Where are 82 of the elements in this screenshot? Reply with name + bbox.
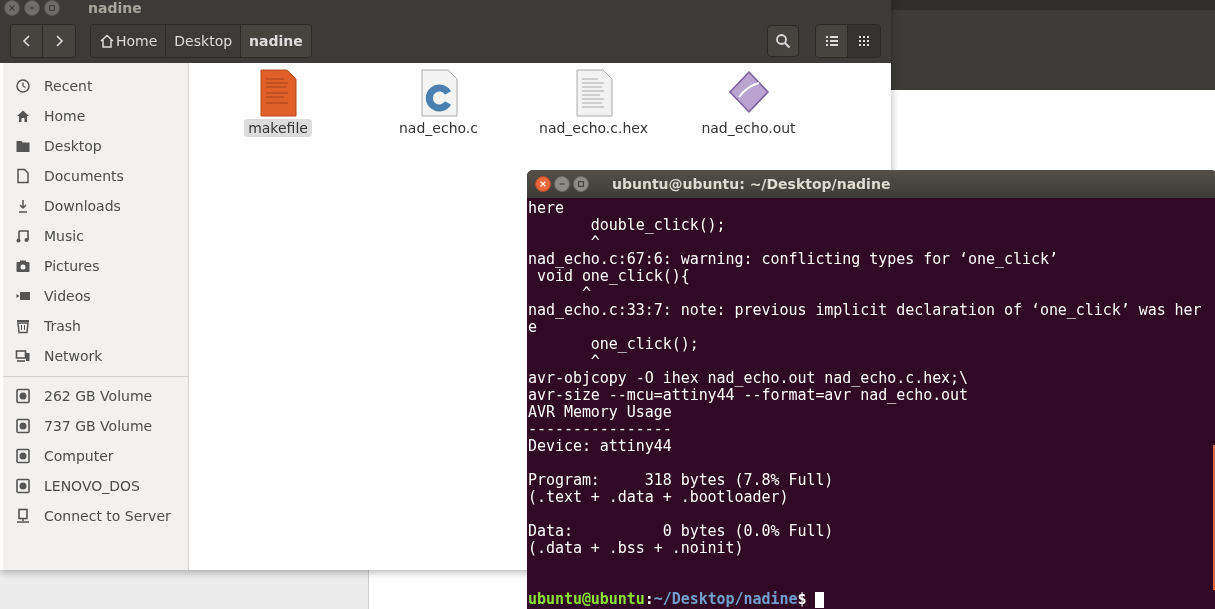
grid-view-button[interactable] [848, 24, 880, 57]
sidebar-item[interactable]: LENOVO_DOS [3, 471, 188, 501]
drive-icon [15, 388, 31, 404]
prompt-separator: : [644, 591, 654, 608]
terminal-line: ^ [580, 285, 591, 302]
camera-icon [15, 258, 31, 274]
close-button[interactable] [535, 176, 551, 192]
close-icon [8, 4, 16, 12]
sidebar-item[interactable]: Downloads [3, 191, 188, 221]
maximize-icon [577, 180, 585, 188]
prompt-symbol: $ [797, 591, 807, 608]
window-title: ubuntu@ubuntu: ~/Desktop/nadine [612, 176, 891, 192]
text-cursor [815, 591, 825, 608]
terminal-line: e [528, 319, 537, 336]
sidebar-item[interactable]: Documents [3, 161, 188, 191]
trash-icon [15, 318, 31, 334]
file-item[interactable]: nad_echo.c [395, 119, 482, 137]
close-icon [539, 180, 547, 188]
terminal-line: nad_echo.c:67:6: warning: conflicting types for ‘one_click’ [528, 251, 1059, 268]
maximize-icon [48, 4, 56, 12]
minimize-icon [28, 4, 36, 12]
home-icon [15, 108, 31, 124]
list-view-button[interactable] [816, 24, 848, 57]
file-item[interactable]: makefile [244, 119, 312, 137]
terminal-line: ---------------- [528, 421, 673, 438]
sidebar-item[interactable]: Desktop [3, 131, 188, 161]
makefile-icon [258, 69, 298, 117]
c-source-file-icon [418, 69, 459, 117]
drive-icon [15, 478, 31, 494]
drive-icon [15, 448, 31, 464]
terminal-line: Program: 318 bytes (7.8% Full) [528, 472, 835, 489]
terminal-line: avr-objcopy -O ihex nad_echo.out nad_echo.c.hex;\ [528, 370, 970, 387]
maximize-button[interactable] [573, 176, 589, 192]
sidebar-item[interactable]: 262 GB Volume [3, 381, 188, 411]
terminal-line: one_click(); [589, 336, 700, 353]
home-icon [99, 32, 115, 49]
back-button[interactable] [11, 24, 43, 57]
grid-icon [857, 33, 871, 48]
search-icon [775, 32, 791, 49]
sidebar-item[interactable]: Videos [3, 281, 188, 311]
sidebar-item[interactable]: Home [3, 101, 188, 131]
breadcrumb-button[interactable]: Home [91, 24, 167, 57]
terminal-line: Device: attiny44 [528, 438, 673, 455]
terminal-line: here [528, 200, 565, 217]
sidebar-item[interactable]: Recent [3, 71, 188, 101]
text-document-icon [573, 69, 614, 117]
document-icon [15, 168, 31, 184]
network-icon [15, 348, 31, 364]
sidebar-item[interactable]: 737 GB Volume [3, 411, 188, 441]
sidebar-item[interactable]: Network [3, 341, 188, 371]
terminal-line: nad_echo.c:33:7: note: previous implicit declaration of ‘one_click’ was her [528, 302, 1203, 319]
terminal-line: AVR Memory Usage [528, 404, 673, 421]
terminal-line: Data: 0 bytes (0.0% Full) [528, 523, 835, 540]
terminal-line: (.data + .bss + .noinit) [528, 540, 745, 557]
forward-button[interactable] [43, 24, 75, 57]
sidebar-item[interactable]: Music [3, 221, 188, 251]
sidebar-item[interactable]: Pictures [3, 251, 188, 281]
file-item[interactable]: nad_echo.out [697, 119, 800, 137]
window-title: nadine [88, 0, 142, 16]
clock-icon [15, 78, 31, 94]
terminal-line: ^ [589, 353, 600, 370]
terminal-line: (.text + .data + .bootloader) [528, 489, 790, 506]
search-button[interactable] [767, 24, 799, 57]
terminal-line: void one_click(){ [536, 268, 691, 285]
terminal-line: ^ [589, 234, 600, 251]
sidebar-item[interactable]: Computer [3, 441, 188, 471]
list-icon [824, 33, 839, 48]
minimize-icon [558, 180, 566, 188]
sidebar-item[interactable]: Trash [3, 311, 188, 341]
chevron-right-icon [53, 34, 65, 47]
breadcrumb-button[interactable]: nadine [241, 24, 311, 57]
folder-icon [15, 138, 31, 154]
terminal-line: double_click(); [589, 217, 727, 234]
file-item[interactable]: nad_echo.c.hex [535, 119, 652, 137]
server-icon [15, 508, 31, 524]
music-note-icon [15, 228, 31, 244]
terminal-line: avr-size --mcu=attiny44 --format=avr nad_echo.out [528, 387, 970, 404]
prompt-path: ~/Desktop/nadine [653, 591, 798, 608]
prompt-user-host: ubuntu@ubuntu [528, 591, 645, 608]
sidebar-item[interactable]: Connect to Server [3, 501, 188, 531]
chevron-left-icon [20, 34, 33, 47]
drive-icon [15, 418, 31, 434]
